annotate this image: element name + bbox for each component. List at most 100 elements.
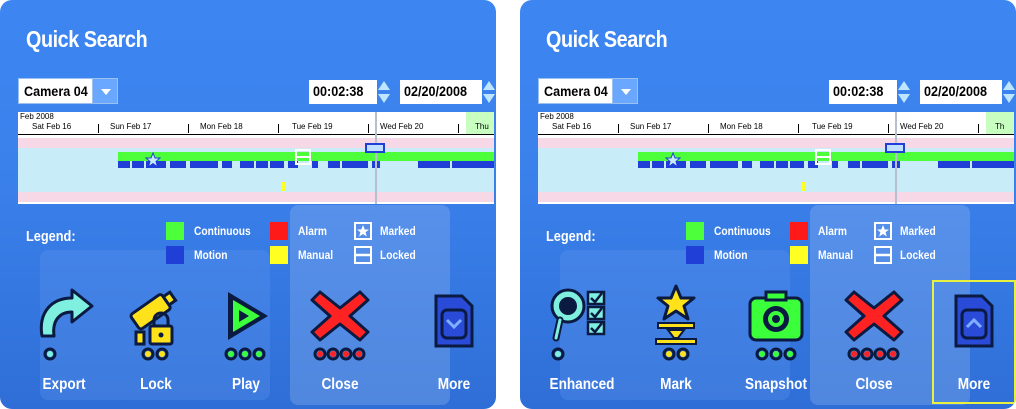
timeline[interactable]: Feb 2008 Sat Feb 16 Sun Feb 17 Mon Feb 1… (538, 112, 1014, 204)
legend-marked: Marked (900, 224, 936, 238)
timeline-tick (618, 124, 619, 133)
locked-icon (354, 246, 372, 264)
legend-alarm: Alarm (818, 224, 847, 238)
alarm-swatch (790, 222, 808, 240)
timeline-day: Sat Feb 16 (32, 122, 72, 131)
timeline-day: Sat Feb 16 (552, 122, 592, 131)
timeline-tick (708, 124, 709, 133)
time-value: 00:02:38 (833, 83, 884, 99)
quick-search-screen-right: Quick Search Camera 04 00:02:38 02/20/20… (520, 0, 1016, 409)
timeline-tick (888, 124, 889, 133)
manual-lane (538, 192, 1014, 202)
timeline-tick (98, 124, 99, 133)
more-button[interactable]: More (934, 278, 1014, 398)
close-label: Close (855, 376, 893, 393)
camera-select-value: Camera 04 (544, 83, 608, 99)
page-title: Quick Search (546, 26, 668, 52)
timeline-cursor[interactable] (895, 112, 897, 204)
play-icon (224, 292, 268, 361)
time-spinner-icon[interactable] (377, 80, 391, 104)
more-button[interactable]: More (414, 278, 494, 398)
legend-manual: Manual (818, 248, 854, 262)
manual-marker (801, 182, 805, 191)
date-spinner-icon[interactable] (482, 80, 496, 104)
time-field[interactable]: 00:02:38 (829, 80, 897, 104)
time-field[interactable]: 00:02:38 (309, 80, 377, 104)
legend-locked: Locked (900, 248, 936, 262)
marked-star-icon (354, 222, 372, 240)
chevron-down-icon[interactable] (612, 78, 638, 104)
continuous-swatch (166, 222, 184, 240)
alarm-lane (18, 138, 494, 148)
lock-label: Lock (140, 376, 172, 393)
close-button[interactable]: Close (834, 278, 914, 398)
date-value: 02/20/2008 (924, 83, 988, 99)
lock-button[interactable]: Lock (116, 278, 196, 398)
timeline-day: Wed Feb 20 (900, 122, 944, 131)
timeline-cursor-handle[interactable] (365, 143, 385, 153)
timeline-day: Sun Feb 17 (630, 122, 672, 131)
close-label: Close (321, 376, 359, 393)
locked-segment-icon (815, 149, 831, 165)
alarm-swatch (270, 222, 288, 240)
time-value: 00:02:38 (313, 83, 364, 99)
timeline-day: Thu (475, 122, 489, 131)
continuous-swatch (686, 222, 704, 240)
timeline-month: Feb 2008 (20, 112, 54, 121)
more-label: More (437, 376, 471, 393)
legend-motion: Motion (714, 248, 748, 262)
manual-marker (281, 182, 285, 191)
date-spinner-icon[interactable] (1002, 80, 1016, 104)
date-field[interactable]: 02/20/2008 (400, 80, 482, 104)
date-field[interactable]: 02/20/2008 (920, 80, 1002, 104)
legend-marked: Marked (380, 224, 416, 238)
export-button[interactable]: Export (24, 278, 104, 398)
enhanced-label: Enhanced (549, 376, 615, 393)
timeline-rule (538, 134, 1014, 135)
more-up-icon (954, 294, 994, 348)
timeline-tick (458, 124, 459, 133)
lock-camera-icon (129, 290, 178, 361)
export-arrow-icon (39, 288, 94, 361)
snapshot-button[interactable]: Snapshot (736, 278, 816, 398)
timeline-day: Wed Feb 20 (380, 122, 424, 131)
timeline-tick (188, 124, 189, 133)
timeline-day: Tue Feb 19 (812, 122, 853, 131)
timeline-rule (18, 134, 494, 135)
more-label: More (957, 376, 991, 393)
alarm-lane (538, 138, 1014, 148)
mark-button[interactable]: Mark (636, 278, 716, 398)
manual-swatch (270, 246, 288, 264)
timeline-month: Feb 2008 (540, 112, 574, 121)
export-label: Export (42, 376, 86, 393)
timeline-cursor[interactable] (375, 112, 377, 204)
chevron-down-icon[interactable] (92, 78, 118, 104)
locked-icon (874, 246, 892, 264)
camera-snapshot-icon (748, 290, 804, 361)
timeline-tick (278, 124, 279, 133)
time-spinner-icon[interactable] (897, 80, 911, 104)
motion-bars (118, 161, 494, 168)
timeline-day: Mon Feb 18 (720, 122, 763, 131)
play-label: Play (232, 376, 260, 393)
legend-motion: Motion (194, 248, 228, 262)
play-button[interactable]: Play (206, 278, 286, 398)
timeline-tick (798, 124, 799, 133)
legend-manual: Manual (298, 248, 334, 262)
manual-swatch (790, 246, 808, 264)
timeline-tick (978, 124, 979, 133)
legend-continuous: Continuous (714, 224, 771, 238)
quick-search-screen-left: Quick Search Camera 04 00:02:38 02/20/20… (0, 0, 496, 409)
locked-segment-icon (295, 149, 311, 165)
legend-alarm: Alarm (298, 224, 327, 238)
timeline[interactable]: Feb 2008 Sat Feb 16 Sun Feb 17 Mon Feb 1… (18, 112, 494, 204)
legend-label: Legend: (26, 228, 76, 245)
manual-lane (18, 192, 494, 202)
close-button[interactable]: Close (300, 278, 380, 398)
enhanced-search-icon (550, 288, 606, 361)
marked-star-icon (145, 152, 161, 168)
timeline-cursor-handle[interactable] (885, 143, 905, 153)
marked-star-icon (665, 152, 681, 168)
enhanced-button[interactable]: Enhanced (542, 278, 622, 398)
date-value: 02/20/2008 (404, 83, 468, 99)
